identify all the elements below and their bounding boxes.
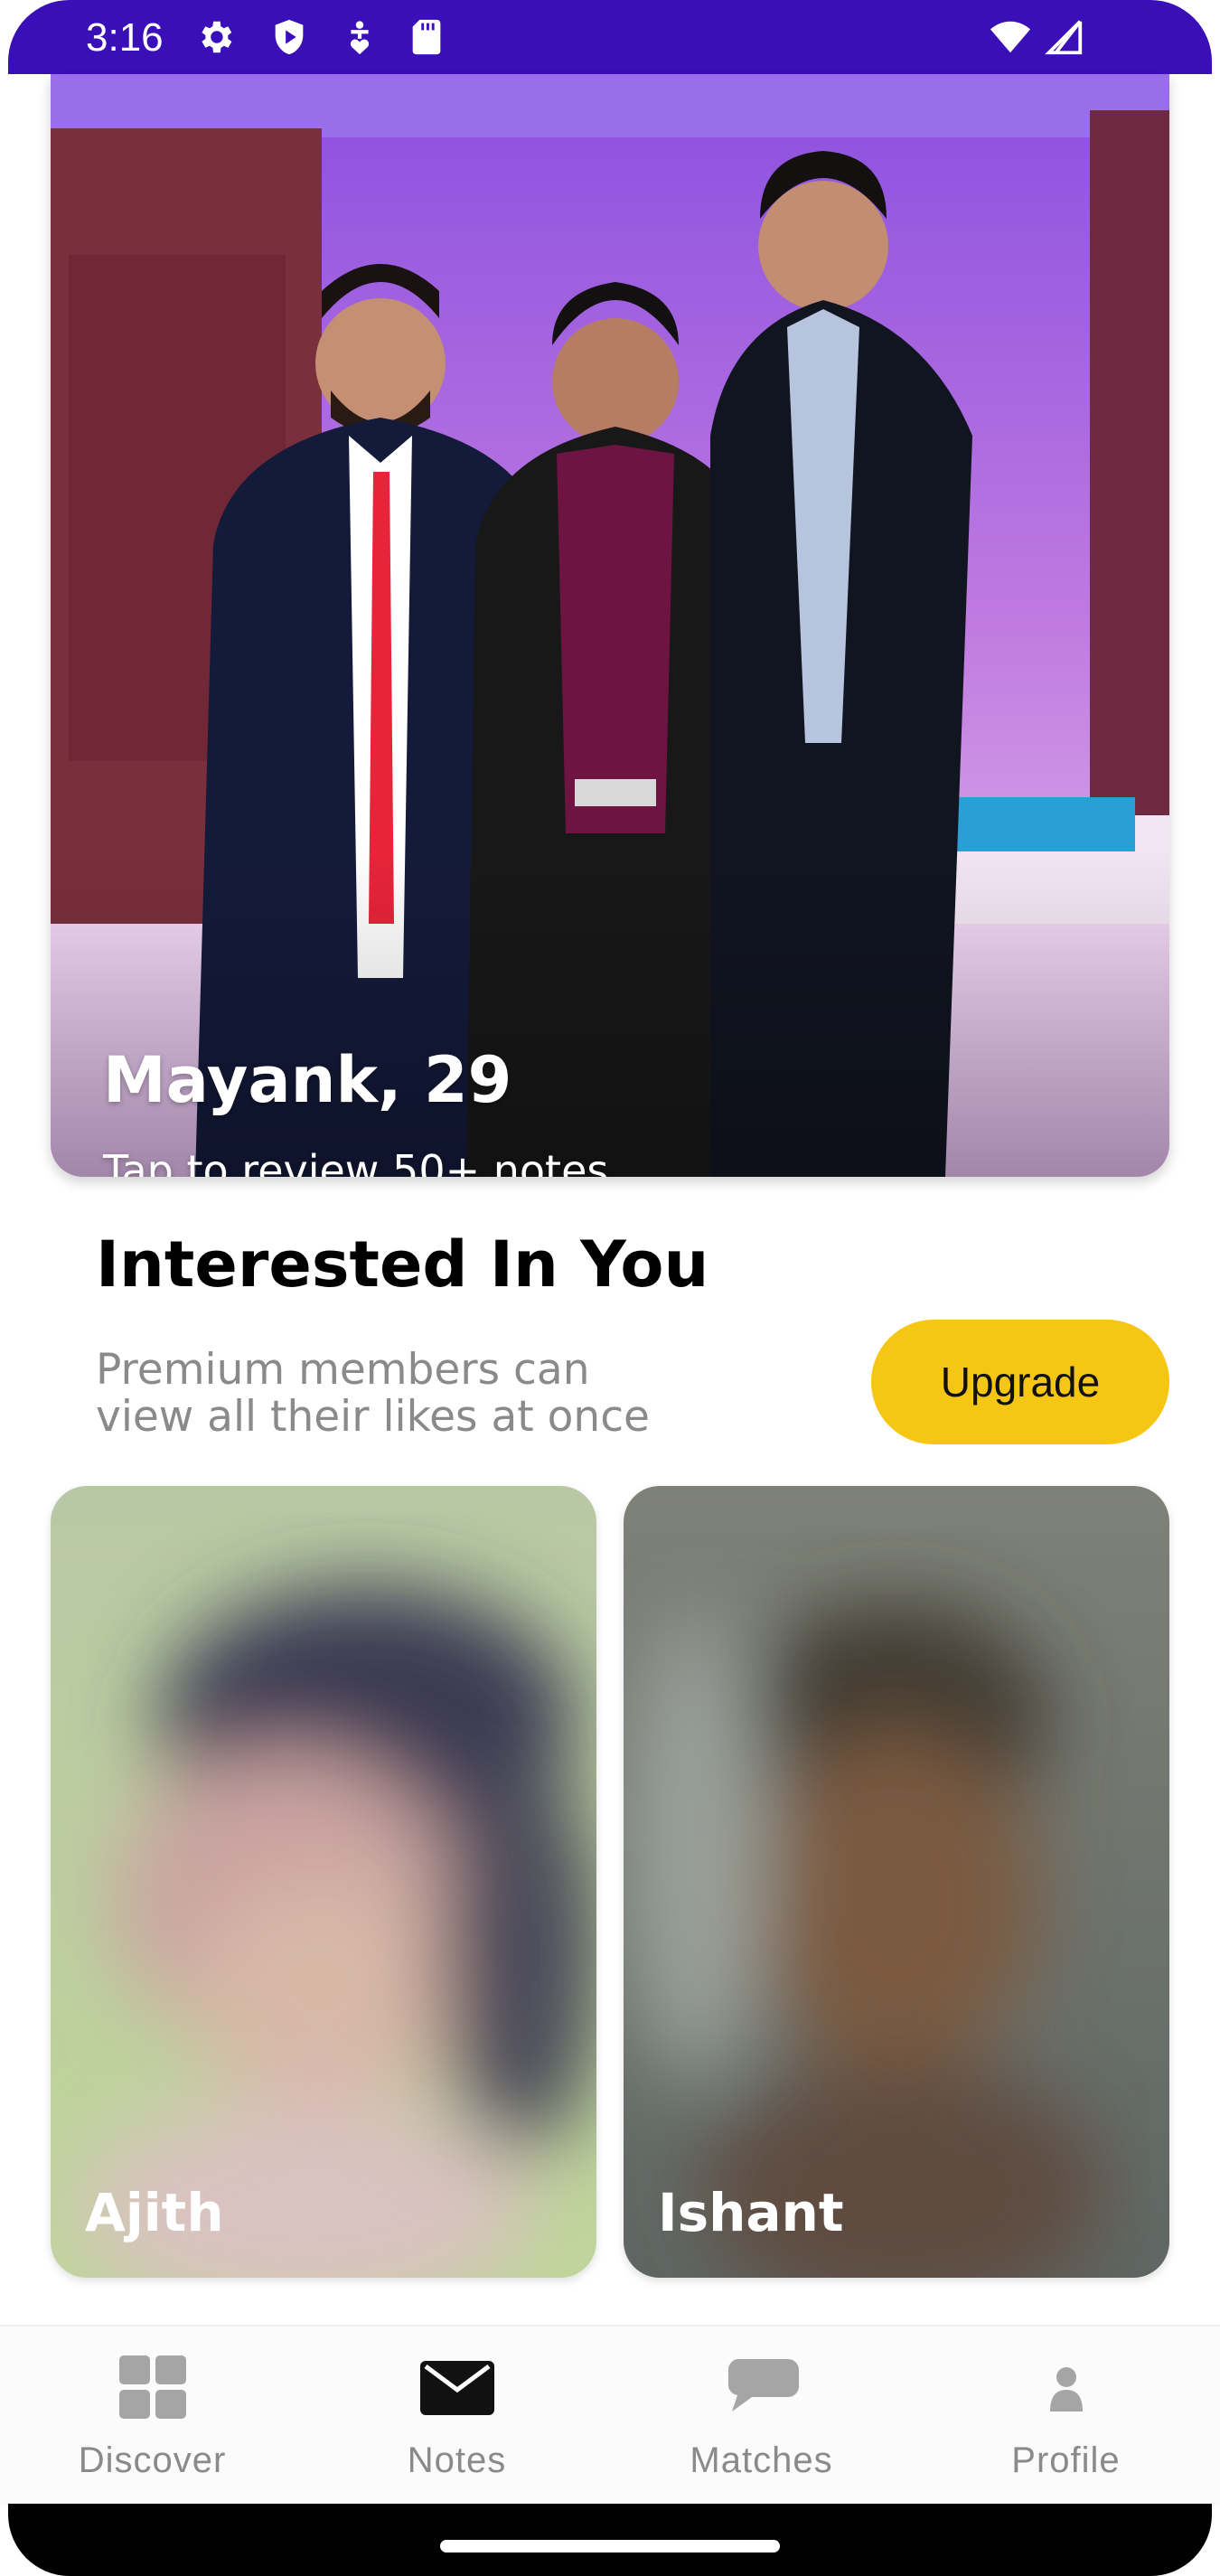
no-signal-icon (1044, 16, 1085, 58)
nav-label-notes: Notes (407, 2440, 507, 2480)
blurred-photo (51, 1486, 596, 2278)
like-card-ajith[interactable]: Ajith (51, 1486, 596, 2278)
app-screen: 3:16 Mayank, 29 Tap to review 50+ notes … (0, 0, 1220, 2576)
sd-card-icon (406, 16, 447, 58)
person-icon (1028, 2354, 1105, 2422)
bottom-navigation: Discover Notes Matches Profile (0, 2325, 1220, 2505)
status-time: 3:16 (86, 15, 164, 60)
home-gesture-handle[interactable] (440, 2540, 780, 2552)
nav-item-notes[interactable]: Notes (305, 2327, 609, 2505)
accessibility-heart-icon (339, 16, 380, 58)
nav-label-profile: Profile (1011, 2440, 1121, 2480)
nav-item-discover[interactable]: Discover (0, 2327, 305, 2505)
like-card-ishant[interactable]: Ishant (624, 1486, 1169, 2278)
wifi-icon (986, 16, 1035, 58)
chat-bubble-icon (723, 2354, 801, 2422)
review-notes-subtitle: Tap to review 50+ notes (103, 1146, 609, 1177)
nav-item-profile[interactable]: Profile (914, 2327, 1218, 2505)
section-title: Interested In You (96, 1227, 709, 1302)
nav-label-matches: Matches (690, 2440, 833, 2480)
profile-name-age: Mayank, 29 (103, 1043, 512, 1117)
like-name: Ishant (658, 2182, 844, 2243)
status-bar: 3:16 (8, 0, 1212, 74)
envelope-icon (418, 2354, 496, 2422)
upgrade-button[interactable]: Upgrade (871, 1320, 1169, 1444)
nav-item-matches[interactable]: Matches (609, 2327, 914, 2505)
profile-hero-card[interactable]: Mayank, 29 Tap to review 50+ notes (51, 74, 1169, 1177)
blurred-photo (624, 1486, 1169, 2278)
shield-play-icon (268, 16, 310, 58)
gear-icon (194, 16, 236, 58)
profile-photo (51, 74, 1169, 1177)
system-navigation-bar (8, 2504, 1212, 2576)
grid-icon (114, 2354, 192, 2422)
section-subtitle: Premium members can view all their likes… (96, 1345, 650, 1442)
nav-label-discover: Discover (78, 2440, 227, 2480)
like-name: Ajith (85, 2182, 224, 2243)
